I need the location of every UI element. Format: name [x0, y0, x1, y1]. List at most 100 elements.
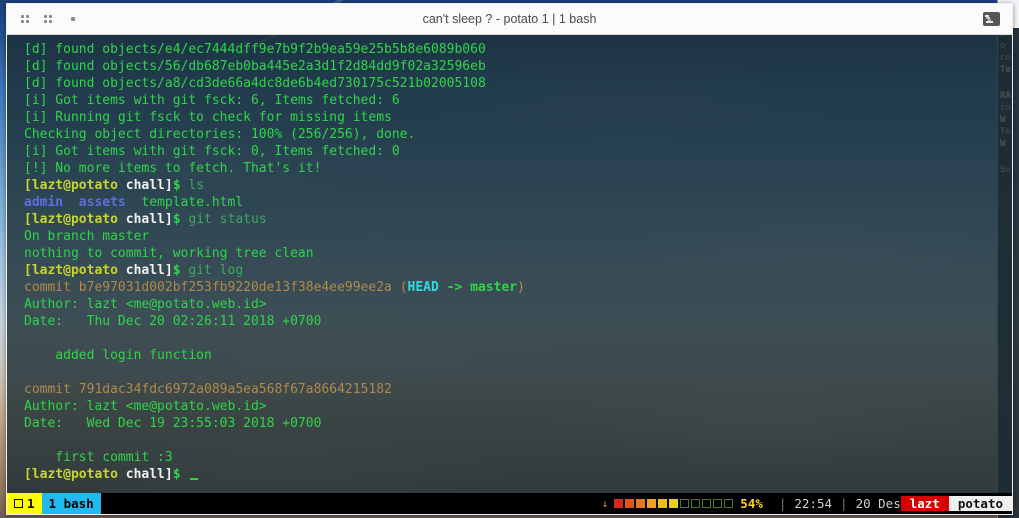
battery-cell-empty	[724, 499, 734, 508]
terminal-text: $	[172, 212, 181, 227]
tmux-session-indicator[interactable]: 1	[7, 493, 42, 514]
battery-cell-filled	[658, 499, 668, 508]
terminal-text: On branch master	[24, 229, 150, 244]
dot-icon[interactable]	[71, 17, 75, 21]
terminal-line: [i] Got items with git fsck: 6, Items fe…	[7, 92, 1012, 109]
terminal-text: git status	[180, 212, 267, 227]
terminal-text: ls	[180, 178, 205, 193]
terminal-output[interactable]: [d] found objects/e4/ec7444dff9e7b9f2b9e…	[7, 35, 1012, 493]
grid-dots-icon[interactable]	[44, 14, 53, 24]
terminal-text: [i] Got items with git fsck: 0, Items fe…	[24, 144, 400, 159]
terminal-line: admin assets template.html	[7, 194, 1012, 211]
terminal-text: [!] No more items to fetch. That's it!	[24, 161, 322, 176]
window-title: can't sleep ? - potato 1 | 1 bash	[422, 12, 597, 26]
terminal-line: [i] Got items with git fsck: 0, Items fe…	[7, 143, 1012, 160]
terminal-line: [lazt@potato chall]$ ls	[7, 177, 1012, 194]
terminal-text: nothing to commit, working tree clean	[24, 246, 314, 261]
battery-percent: 54%	[740, 496, 763, 511]
terminal-window[interactable]: can't sleep ? - potato 1 | 1 bash [d] fo…	[6, 3, 1013, 515]
terminal-line: [lazt@potato chall]$ git log	[7, 262, 1012, 279]
tmux-session-number: 1	[27, 496, 35, 511]
battery-cell-empty	[702, 499, 712, 508]
battery-meter	[614, 499, 740, 508]
terminal-text: first commit :3	[24, 450, 173, 465]
terminal-text: Author: lazt <me@potato.web.id>	[24, 399, 267, 414]
terminal-line: [i] Running git fsck to check for missin…	[7, 109, 1012, 126]
terminal-line: added login function	[7, 347, 1012, 364]
terminal-text: Date: Thu Dec 20 02:26:11 2018 +0700	[24, 314, 322, 329]
battery-cell-empty	[691, 499, 701, 508]
terminal-text: $	[172, 178, 181, 193]
terminal-line: [d] found objects/56/db687eb0ba445e2a3d1…	[7, 58, 1012, 75]
battery-cell-empty	[680, 499, 690, 508]
battery-cell-filled	[614, 499, 624, 508]
down-arrow-icon: ↓	[601, 497, 609, 510]
terminal-text: Checking object directories: 100% (256/2…	[24, 127, 416, 142]
terminal-text: assets	[78, 195, 126, 210]
terminal-text: master	[470, 280, 518, 295]
terminal-text: [d] found objects/56/db687eb0ba445e2a3d1…	[24, 59, 486, 74]
terminal-text: [lazt@potato	[24, 178, 118, 193]
titlebar-right-controls[interactable]	[983, 12, 1012, 26]
terminal-line: commit b7e97031d002bf253fb9220de13f38e4e…	[7, 279, 1012, 296]
terminal-text: [lazt@potato	[24, 467, 118, 482]
status-host: potato	[948, 496, 1012, 511]
terminal-text: [d] found objects/e4/ec7444dff9e7b9f2b9e…	[24, 42, 486, 57]
tmux-status-right: ↓ 54% | 22:54 | 20 Des lazt potato	[601, 493, 1012, 514]
battery-cell-filled	[625, 499, 635, 508]
battery-cell-filled	[669, 499, 679, 508]
terminal-line: nothing to commit, working tree clean	[7, 245, 1012, 262]
terminal-line: [d] found objects/a8/cd3de66a4dc8de6b4ed…	[7, 75, 1012, 92]
terminal-text: $	[172, 263, 181, 278]
terminal-text: [lazt@potato	[24, 263, 118, 278]
clock: 22:54	[794, 496, 833, 511]
terminal-text: [i] Got items with git fsck: 6, Items fe…	[24, 93, 400, 108]
separator: |	[778, 496, 787, 511]
date: 20 Des	[855, 496, 901, 511]
terminal-text: admin	[24, 195, 64, 210]
terminal-text: $	[172, 467, 181, 482]
tmux-status-bar[interactable]: 1 1 bash ↓ 54% | 22:54 | 20 Des lazt pot…	[7, 493, 1012, 514]
terminal-line: commit 791dac34fdc6972a089a5ea568f67a866…	[7, 381, 1012, 398]
terminal-text: ->	[438, 280, 471, 295]
separator: |	[840, 496, 848, 511]
terminal-line: On branch master	[7, 228, 1012, 245]
terminal-text: commit 791dac34fdc6972a089a5ea568f67a866…	[24, 382, 392, 397]
terminal-text: (	[399, 280, 408, 295]
terminal-line: [lazt@potato chall]$	[7, 466, 1012, 483]
tmux-status-spacer	[100, 493, 602, 514]
terminal-line: [!] No more items to fetch. That's it!	[7, 160, 1012, 177]
terminal-text: template.html	[125, 195, 244, 210]
square-icon	[14, 499, 23, 508]
terminal-text: chall]	[125, 178, 173, 193]
terminal-line: [lazt@potato chall]$ git status	[7, 211, 1012, 228]
terminal-text: git log	[180, 263, 244, 278]
terminal-line: Date: Wed Dec 19 23:55:03 2018 +0700	[7, 415, 1012, 432]
terminal-text: [i] Running git fsck to check for missin…	[24, 110, 392, 125]
terminal-line: [d] found objects/e4/ec7444dff9e7b9f2b9e…	[7, 41, 1012, 58]
window-titlebar[interactable]: can't sleep ? - potato 1 | 1 bash	[7, 4, 1012, 35]
terminal-text: )	[517, 280, 525, 295]
terminal-line: Author: lazt <me@potato.web.id>	[7, 296, 1012, 313]
terminal-line: Checking object directories: 100% (256/2…	[7, 126, 1012, 143]
tmux-window-bash[interactable]: 1 bash	[41, 493, 101, 514]
terminal-line: first commit :3	[7, 449, 1012, 466]
terminal-text: Date: Wed Dec 19 23:55:03 2018 +0700	[24, 416, 322, 431]
desktop: Ch o o co Te RA in W Te W Su can't sleep…	[0, 0, 1019, 518]
battery-cell-filled	[636, 499, 646, 508]
titlebar-left-controls[interactable]	[7, 14, 75, 24]
terminal-icon[interactable]	[983, 12, 1000, 26]
terminal-text: [d] found objects/a8/cd3de66a4dc8de6b4ed…	[24, 76, 486, 91]
terminal-text: Author: lazt <me@potato.web.id>	[24, 297, 267, 312]
grid-dots-icon[interactable]	[21, 14, 30, 24]
terminal-text: HEAD	[407, 280, 439, 295]
